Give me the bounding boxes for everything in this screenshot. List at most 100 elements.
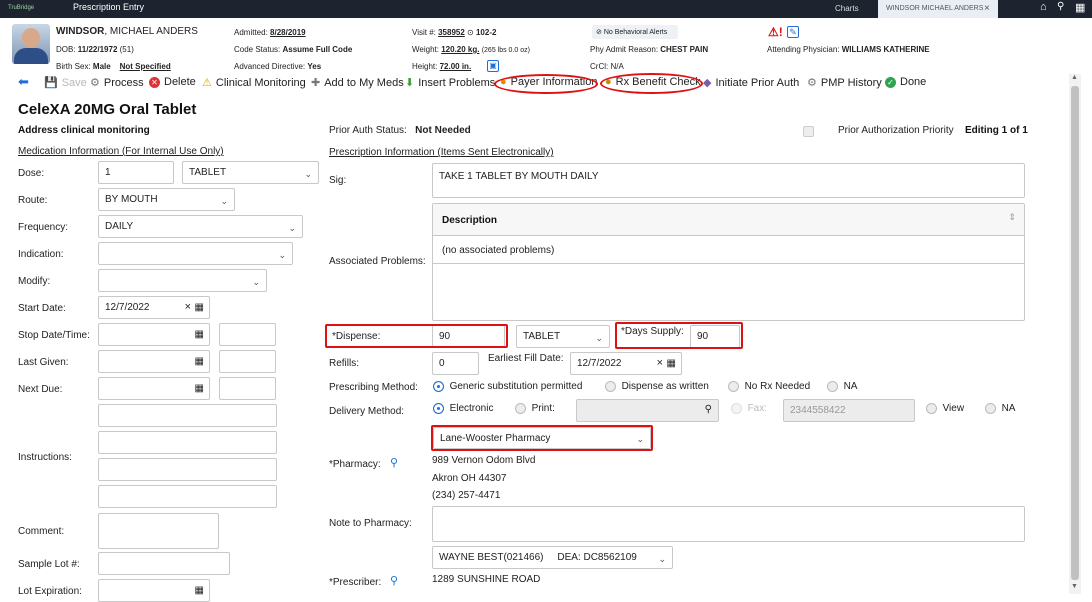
patient-tab-label: WINDSOR MICHAEL ANDERS <box>886 5 984 12</box>
instructions-input-4[interactable] <box>98 485 277 508</box>
modify-select[interactable]: ⌄ <box>98 269 267 292</box>
patient-dob: DOB: 11/22/1972 (51) <box>56 45 134 54</box>
vertical-scrollbar[interactable]: ▲ ▼ <box>1069 74 1081 594</box>
route-select[interactable]: BY MOUTH ⌄ <box>98 188 235 211</box>
priority-checkbox[interactable] <box>803 126 814 137</box>
electronic-radio[interactable]: Electronic <box>433 403 493 414</box>
prescriber-select[interactable]: WAYNE BEST(021466) DEA: DC8562109 ⌄ <box>432 546 673 569</box>
pharmacy-phone: (234) 257-4471 <box>432 490 501 501</box>
frequency-select[interactable]: DAILY ⌄ <box>98 215 303 238</box>
sample-lot-input[interactable] <box>98 552 230 575</box>
associated-problems-label: Associated Problems: <box>329 256 426 267</box>
dispense-as-written-radio[interactable]: Dispense as written <box>605 381 709 392</box>
patient-tab[interactable]: WINDSOR MICHAEL ANDERS × <box>878 0 998 18</box>
fax-radio[interactable]: Fax: <box>731 403 767 414</box>
home-icon[interactable]: ⌂ <box>1040 1 1047 13</box>
print-radio[interactable]: Print: <box>515 403 555 414</box>
alert-icon: ⊘ <box>596 29 602 36</box>
scroll-thumb[interactable] <box>1071 86 1079 580</box>
note-to-pharmacy-label: Note to Pharmacy: <box>329 518 412 529</box>
save-icon: 💾 <box>44 77 58 89</box>
insert-problems-button[interactable]: ⬇ Insert Problems <box>405 76 495 90</box>
process-button[interactable]: ⚙ Process <box>90 76 144 90</box>
next-due-time-input[interactable] <box>219 377 276 400</box>
method-na-radio[interactable]: NA <box>827 381 857 392</box>
address-clinical-link[interactable]: Address clinical monitoring <box>18 125 150 136</box>
instructions-input-2[interactable] <box>98 431 277 454</box>
fax-input[interactable]: 2344558422 <box>783 399 915 422</box>
indication-select[interactable]: ⌄ <box>98 242 293 265</box>
back-arrow-icon[interactable]: ⬅ <box>18 74 29 90</box>
prior-auth-priority: Prior Authorization Priority <box>838 125 954 136</box>
start-date-label: Start Date: <box>18 303 66 314</box>
edit-note-icon[interactable]: ✎ <box>787 26 799 38</box>
pharmacy-address-1: 989 Vernon Odom Blvd <box>432 455 536 466</box>
earliest-fill-input[interactable]: 12/7/2022 × ▦ <box>570 352 682 375</box>
clear-icon: × <box>656 357 663 369</box>
start-date-input[interactable]: 12/7/2022 × ▦ <box>98 296 210 319</box>
dispense-highlight <box>325 324 508 348</box>
close-icon[interactable]: × <box>984 3 990 14</box>
insert-icon: ⬇ <box>405 77 415 89</box>
charts-tab[interactable]: Charts <box>835 4 859 13</box>
editing-counter: Editing 1 of 1 <box>965 125 1028 136</box>
instructions-input-1[interactable] <box>98 404 277 427</box>
sig-textarea[interactable]: TAKE 1 TABLET BY MOUTH DAILY <box>432 163 1025 198</box>
done-button[interactable]: ✓ Done <box>885 76 926 88</box>
grid-icon[interactable]: ▦ <box>1075 1 1085 14</box>
scroll-up-icon[interactable]: ▲ <box>1071 74 1078 81</box>
lot-expiration-input[interactable]: ▦ <box>98 579 210 602</box>
pmp-history-button[interactable]: ⚙ PMP History <box>807 76 882 90</box>
grid-header[interactable]: Description ⇕ <box>433 204 1024 236</box>
earliest-fill-label: Earliest Fill Date: <box>488 353 564 364</box>
delivery-method-label: Delivery Method: <box>329 406 405 417</box>
stop-date-input[interactable]: ▦ <box>98 323 210 346</box>
allergy-warning-icon[interactable]: ⚠! <box>768 25 783 39</box>
instructions-input-3[interactable] <box>98 458 277 481</box>
pharmacy-label: *Pharmacy: <box>329 459 381 470</box>
initiate-prior-auth-button[interactable]: ◆ Initiate Prior Auth <box>703 76 799 90</box>
chevron-down-icon: ⌄ <box>220 195 228 206</box>
last-given-date-input[interactable]: ▦ <box>98 350 210 373</box>
prescription-info-link[interactable]: Prescription Information (Items Sent Ele… <box>329 147 554 158</box>
dose-unit-select[interactable]: TABLET ⌄ <box>182 161 319 184</box>
print-select[interactable]: ⚲ <box>576 399 719 422</box>
next-due-date-input[interactable]: ▦ <box>98 377 210 400</box>
rx-benefit-highlight <box>600 73 703 94</box>
add-to-my-meds-button[interactable]: ✚ Add to My Meds <box>311 76 404 90</box>
no-rx-needed-radio[interactable]: No Rx Needed <box>728 381 810 392</box>
comment-input[interactable] <box>98 513 219 549</box>
pharmacy-search-icon[interactable]: ⚲ <box>390 456 398 469</box>
dose-input[interactable]: 1 <box>98 161 174 184</box>
delete-button[interactable]: ✕ Delete <box>149 76 196 88</box>
clinical-monitoring-button[interactable]: ⚠ Clinical Monitoring <box>202 76 306 90</box>
description-header[interactable]: Description <box>442 215 497 226</box>
scroll-down-icon[interactable]: ▼ <box>1071 583 1078 590</box>
location-icon: ⊙ <box>467 28 474 37</box>
stop-time-input[interactable] <box>219 323 276 346</box>
last-given-time-input[interactable] <box>219 350 276 373</box>
pmp-icon: ⚙ <box>807 77 817 89</box>
instructions-label: Instructions: <box>18 452 72 463</box>
chevron-down-icon: ⌄ <box>252 276 260 287</box>
calculator-icon[interactable]: ▣ <box>487 60 499 72</box>
patient-avatar <box>12 24 50 64</box>
delivery-na-radio[interactable]: NA <box>985 403 1015 414</box>
refills-input[interactable]: 0 <box>432 352 479 375</box>
generic-radio[interactable]: Generic substitution permitted <box>433 381 582 392</box>
last-given-label: Last Given: <box>18 357 69 368</box>
prescriber-search-icon[interactable]: ⚲ <box>390 574 398 587</box>
pharmacy-address-2: Akron OH 44307 <box>432 473 507 484</box>
view-radio[interactable]: View <box>926 403 964 414</box>
warning-icon: ⚠ <box>202 77 212 89</box>
note-to-pharmacy-textarea[interactable] <box>432 506 1025 542</box>
save-button[interactable]: 💾 Save <box>44 76 87 90</box>
patient-name: WINDSOR, MICHAEL ANDERS <box>56 26 198 37</box>
search-icon[interactable]: ⚲ <box>1057 1 1064 12</box>
medication-info-link[interactable]: Medication Information (For Internal Use… <box>18 146 224 157</box>
delete-icon: ✕ <box>149 76 160 88</box>
page-title: Prescription Entry <box>73 2 145 12</box>
next-due-label: Next Due: <box>18 384 63 395</box>
behavioral-alerts-badge[interactable]: ⊘ No Behavioral Alerts <box>592 25 678 39</box>
dispense-unit-select[interactable]: TABLET ⌄ <box>516 325 610 348</box>
